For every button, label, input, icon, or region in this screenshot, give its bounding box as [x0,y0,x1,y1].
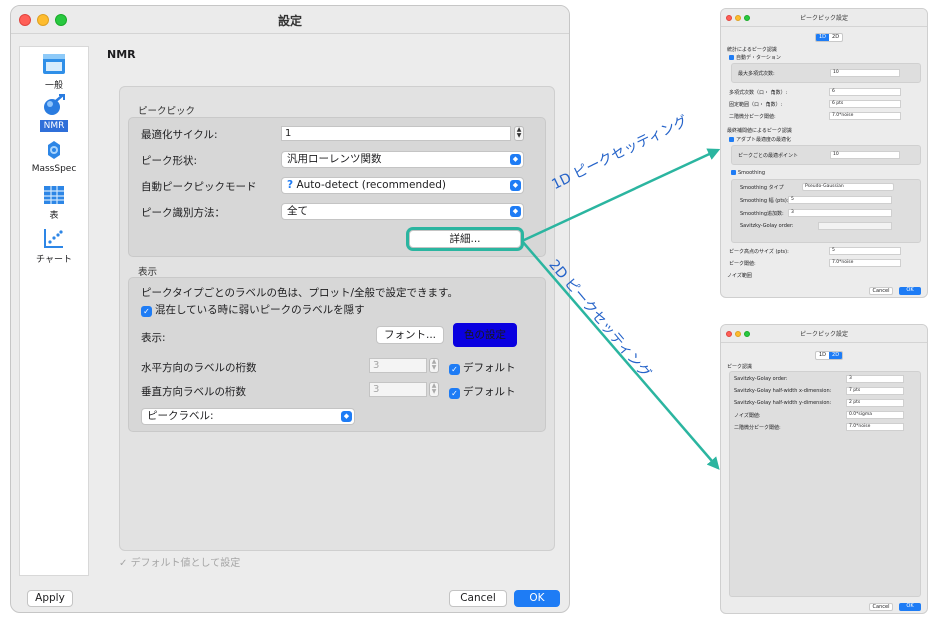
window-title: ピークピック設定 [799,15,848,22]
group-label: ピーク認識 [727,364,753,370]
smooth-iter-field[interactable]: 3 [788,209,892,217]
smoothing-label: Smoothing [738,170,766,176]
tab-1d[interactable]: 1D [816,352,829,359]
cancel-button[interactable]: Cancel [869,603,893,611]
g1-inner-box: 最大多項式次数: 10 [731,63,921,83]
dimension-segment[interactable]: 1D 2D [815,351,844,360]
window-title: ピークピック設定 [799,331,848,338]
tab-2d[interactable]: 2D [829,352,843,359]
sg-half-y-field[interactable]: 2 pts [846,399,904,407]
pts-field[interactable]: 10 [830,151,900,159]
second-deriv-label: 二階微分ピーク閾値: [734,425,781,431]
second-deriv-label: 二階微分ピーク閾値: [729,114,776,120]
range-field[interactable]: 6 pts [829,100,901,108]
max-deg-field[interactable]: 10 [830,69,900,77]
sg-half-y-label: Savitzky-Golay half-width y-dimension: [734,400,832,406]
min-size-label: ピーク高点のサイズ (pts): [729,249,789,255]
min-size-field[interactable]: 5 [829,247,901,255]
poly-label: 多項式次数（ロ・ 角数）: [729,90,788,96]
pts-label: ピークごとの最適ポイント [738,153,798,159]
g1-label: 統計によるピーク認識 [727,47,777,53]
sg-order-label: Savitzky-Golay order: [734,376,788,382]
title-bar: ピークピック設定 [721,325,927,343]
peak-pick-1d-window: ピークピック設定 1D 2D 統計によるピーク認識 自動デ・ターション 最大多項… [720,8,928,298]
ok-button[interactable]: OK [899,603,921,611]
smooth-type-label: Smoothing タイプ [740,185,784,191]
checkmark-icon [731,170,736,175]
tab-1d[interactable]: 1D [816,34,830,41]
noise-label: ノイズ範囲 [727,273,752,279]
threshold-label: ピーク閾値: [729,261,756,267]
cancel-button[interactable]: Cancel [869,287,893,295]
sg-order-label: Savitzky-Golay order: [740,223,794,229]
sg-half-x-label: Savitzky-Golay half-width x-dimension: [734,388,832,394]
auto-detect-label: 自動デ・ターション [736,55,781,61]
adapt-checkbox[interactable]: アダプト最適度の最適化 [729,136,791,143]
poly-field[interactable]: 6 [829,88,901,96]
peak-pick-2d-window: ピークピック設定 1D 2D ピーク認識 Savitzky-Golay orde… [720,324,928,614]
smooth-type-select[interactable]: Pseudo-Gaussian [802,183,894,191]
smooth-width-label: Smoothing 幅 (pts): [740,198,789,204]
smoothing-checkbox[interactable]: Smoothing [731,170,765,176]
sg-half-x-field[interactable]: 7 pts [846,387,904,395]
dimension-segment[interactable]: 1D 2D [815,33,844,42]
smooth-width-field[interactable]: 5 [788,196,892,204]
smoothing-box: Smoothing タイプ Pseudo-Gaussian Smoothing … [731,179,921,243]
auto-detect-checkbox[interactable]: 自動デ・ターション [729,54,781,61]
settings-box: Savitzky-Golay order: 3 Savitzky-Golay h… [729,371,921,597]
ok-button[interactable]: OK [899,287,921,295]
tab-2d[interactable]: 2D [829,34,842,41]
checkmark-icon [729,55,734,60]
sg-order-field[interactable]: 3 [846,375,904,383]
range-label: 固定範囲（ロ・ 角数）: [729,102,783,108]
sg-order-field[interactable] [818,222,892,230]
g2-label: 最終補間値によるピーク認識 [727,128,792,134]
adapt-label: アダプト最適度の最適化 [736,137,792,143]
noise-threshold-label: ノイズ閾値: [734,413,761,419]
checkmark-icon [729,137,734,142]
title-bar: ピークピック設定 [721,9,927,27]
arrow-1d [521,148,721,243]
threshold-field[interactable]: 7.0*noise [829,259,901,267]
second-deriv-field[interactable]: 7.0*noise [829,112,901,120]
noise-threshold-field[interactable]: 0.0*sigma [846,411,904,419]
max-deg-label: 最大多項式次数: [738,71,775,77]
smooth-iter-label: Smoothing追加数: [740,211,784,217]
g2-inner-box: ピークごとの最適ポイント 10 [731,145,921,165]
second-deriv-field[interactable]: 7.0*noise [846,423,904,431]
